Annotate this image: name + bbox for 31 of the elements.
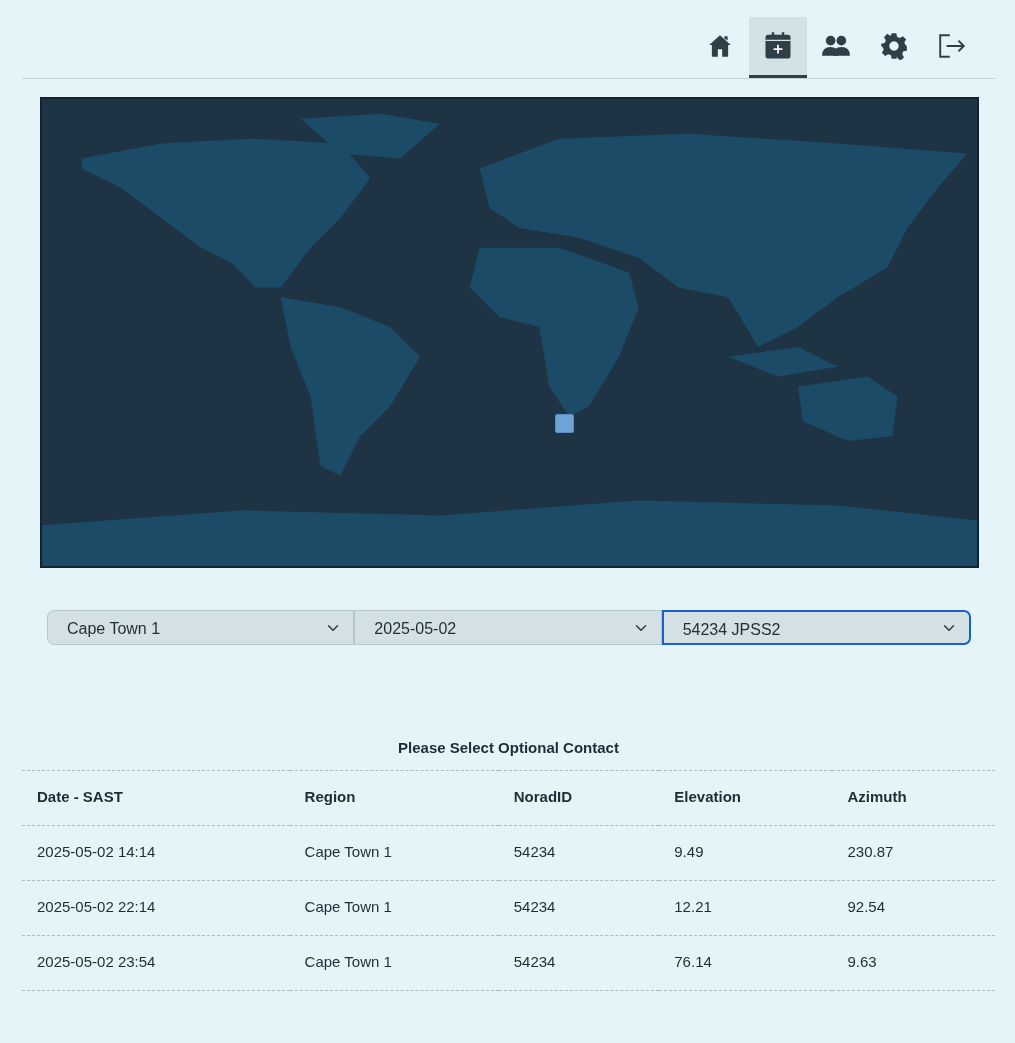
table-cell: 9.63	[832, 935, 995, 990]
table-cell: 230.87	[832, 825, 995, 880]
table-cell: Cape Town 1	[289, 935, 499, 990]
table-cell: 9.49	[659, 825, 833, 880]
users-icon	[821, 33, 851, 59]
table-cell: 76.14	[659, 935, 833, 990]
table-cell: 12.21	[659, 880, 833, 935]
table-cell: 54234	[498, 935, 660, 990]
column-header: Date - SAST	[22, 770, 290, 825]
column-header: Azimuth	[832, 770, 995, 825]
column-header: Region	[289, 770, 499, 825]
map-marker[interactable]	[555, 414, 575, 434]
settings-icon	[880, 32, 908, 60]
nav-tab[interactable]	[749, 17, 807, 78]
table-cell: 2025-05-02 14:14	[22, 825, 290, 880]
calendar-add-icon	[763, 31, 793, 61]
table-cell: Cape Town 1	[289, 880, 499, 935]
column-header: NoradID	[498, 770, 660, 825]
logout-icon	[937, 33, 967, 59]
table-cell: 2025-05-02 23:54	[22, 935, 290, 990]
table-cell: 2025-05-02 22:14	[22, 880, 290, 935]
home-icon	[707, 33, 733, 59]
table-cell: 54234	[498, 825, 660, 880]
table-cell: 92.54	[832, 880, 995, 935]
satellite-select[interactable]: 54234 JPSS2	[661, 610, 971, 645]
date-select[interactable]: 2025-05-02	[354, 610, 662, 645]
column-header: Elevation	[659, 770, 833, 825]
region-select[interactable]: Cape Town 1	[47, 610, 355, 645]
table-title: Please Select Optional Contact	[397, 738, 620, 758]
table-cell: 54234	[498, 880, 660, 935]
table-cell: Cape Town 1	[289, 825, 499, 880]
